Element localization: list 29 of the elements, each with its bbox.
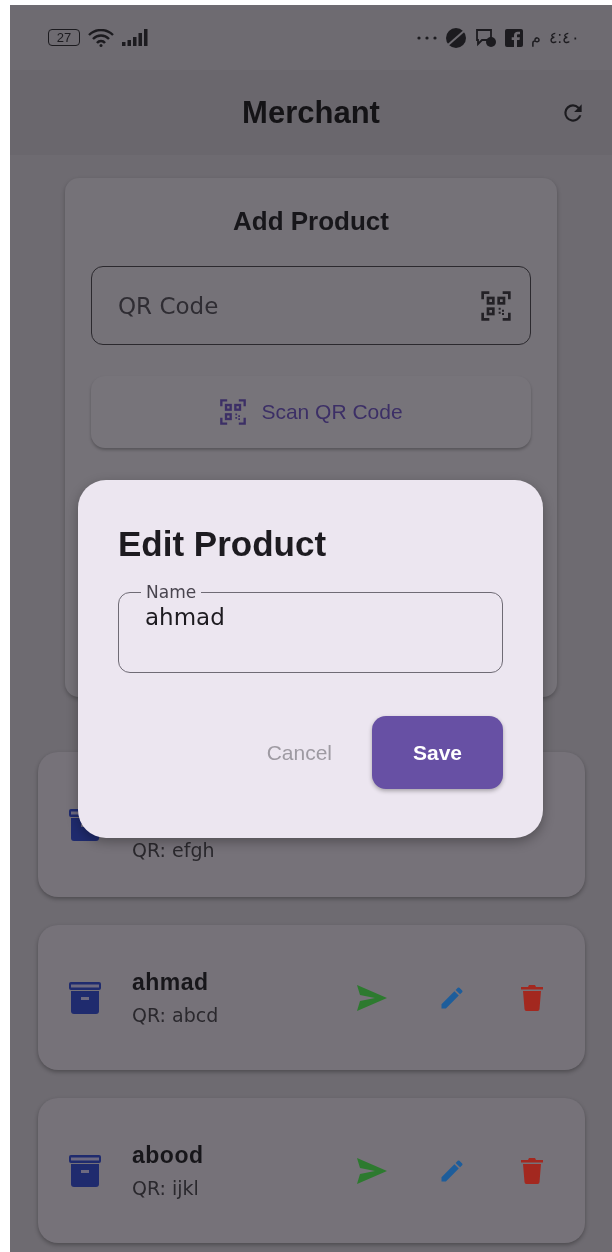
signal-icon bbox=[122, 29, 150, 46]
app-title: Merchant bbox=[242, 94, 380, 131]
trash-icon bbox=[521, 984, 543, 1011]
chat-icon bbox=[474, 27, 497, 48]
archive-box-icon bbox=[68, 1153, 102, 1188]
more-dots-icon bbox=[416, 35, 437, 40]
product-qr-code: QR: efgh bbox=[132, 838, 216, 861]
clock-time: ٤:٤٠ bbox=[548, 28, 580, 47]
facebook-icon bbox=[504, 28, 523, 47]
product-name: ahmad bbox=[132, 969, 210, 996]
qr-code-input[interactable]: QR Code bbox=[118, 292, 480, 319]
battery-indicator: 27 bbox=[48, 29, 80, 46]
product-qr-code: QR: ijkl bbox=[132, 1177, 200, 1199]
qr-code-field[interactable]: QR Code bbox=[91, 266, 531, 345]
send-icon bbox=[357, 984, 387, 1011]
time-period: م bbox=[530, 28, 541, 47]
name-field[interactable]: Name ahmad bbox=[118, 582, 503, 673]
card-title: Add Product bbox=[232, 206, 390, 237]
trash-icon bbox=[521, 1157, 543, 1184]
save-button[interactable]: Save bbox=[372, 716, 503, 789]
qr-code-icon bbox=[219, 398, 248, 426]
archive-box-icon bbox=[68, 980, 102, 1015]
wifi-icon bbox=[88, 28, 114, 47]
dialog-title: Edit Product bbox=[118, 524, 328, 564]
send-icon bbox=[357, 1157, 387, 1184]
name-input[interactable]: ahmad bbox=[145, 604, 476, 630]
product-name: abood bbox=[132, 1142, 205, 1169]
product-qr-code: QR: abcd bbox=[132, 1004, 220, 1026]
qr-code-icon bbox=[480, 289, 512, 322]
